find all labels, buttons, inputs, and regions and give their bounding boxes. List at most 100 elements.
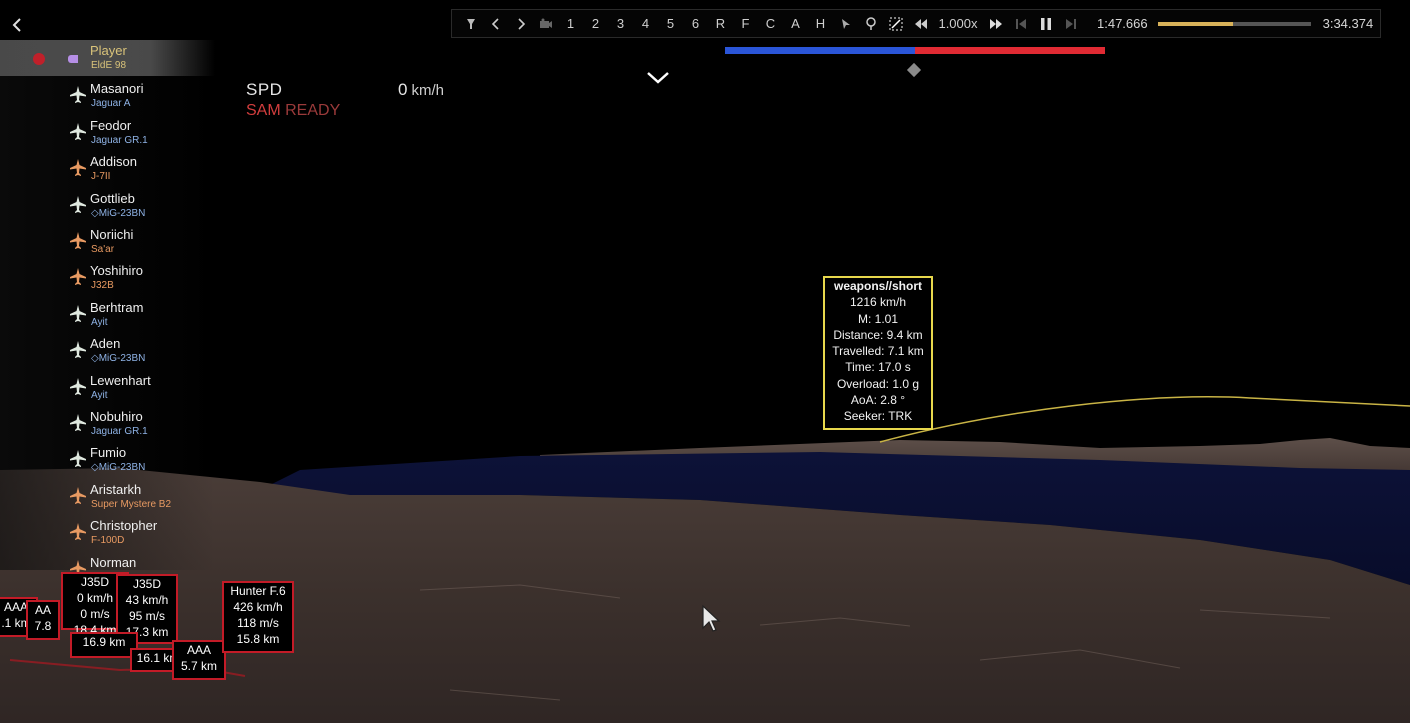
- team-red-bar: [915, 47, 1105, 54]
- player-row[interactable]: Berhtram Ayit: [0, 297, 215, 333]
- player-row[interactable]: Feodor Jaguar GR.1: [0, 115, 215, 151]
- target-tag-line: 95 m/s: [128, 609, 165, 623]
- skip-end-icon[interactable]: [1058, 10, 1083, 37]
- player-vehicle: Ayit: [91, 316, 108, 328]
- total-time: 3:34.374: [1322, 16, 1374, 31]
- prev-player-icon[interactable]: [483, 10, 508, 37]
- target-tag-line: 43 km/h: [125, 593, 169, 607]
- player-vehicle: ◇MiG-23BN: [91, 462, 146, 474]
- camera-3-button[interactable]: 3: [608, 10, 633, 37]
- player-name: Lewenhart: [90, 372, 151, 388]
- player-row[interactable]: Nobuhiro Jaguar GR.1: [0, 406, 215, 442]
- player-row[interactable]: Noriichi Sa'ar: [0, 224, 215, 260]
- missile-name: weapons//short: [833, 279, 922, 293]
- player-vehicle: EldE 98: [91, 60, 127, 71]
- expand-chevron-icon[interactable]: [646, 68, 670, 88]
- aircraft-icon: [70, 486, 86, 504]
- pause-icon[interactable]: [1033, 10, 1058, 37]
- player-row[interactable]: Fumio ◇MiG-23BN: [0, 442, 215, 478]
- missile-stat: AoA: 2.8 °: [850, 393, 906, 408]
- target-tag-line: AAA: [186, 643, 211, 657]
- current-time: 1:47.666: [1097, 16, 1148, 31]
- aircraft-icon: [70, 195, 86, 213]
- player-vehicle: J-7II: [91, 171, 111, 183]
- aircraft-icon: [70, 414, 86, 431]
- next-player-icon[interactable]: [508, 10, 533, 37]
- player-vehicle: Sa'ar: [91, 244, 115, 255]
- camera-c-button[interactable]: C: [758, 10, 783, 37]
- aircraft-icon: [70, 232, 86, 249]
- player-vehicle: Super Mystere B2: [91, 498, 172, 510]
- player-name: Addison: [90, 154, 137, 170]
- camera-1-button[interactable]: 1: [558, 10, 583, 37]
- target-tag[interactable]: AA 7.8: [26, 600, 60, 640]
- aircraft-icon: [70, 86, 86, 104]
- rewind-icon[interactable]: [908, 10, 933, 37]
- back-button[interactable]: [10, 14, 28, 36]
- camera-a-button[interactable]: A: [783, 10, 808, 37]
- target-tag[interactable]: 16.9 km: [70, 632, 138, 658]
- target-tag-line: J35D: [132, 577, 161, 591]
- camera-2-button[interactable]: 2: [583, 10, 608, 37]
- hud-sam-status: SAM READY: [246, 102, 340, 120]
- aircraft-icon: [70, 377, 86, 395]
- cinema-camera-icon[interactable]: [533, 10, 558, 37]
- target-tag-line: Hunter F.6: [230, 584, 286, 598]
- timeline-slider[interactable]: [1157, 21, 1311, 26]
- target-tag-line: AA: [34, 603, 51, 617]
- camera-5-button[interactable]: 5: [658, 10, 683, 37]
- trajectory-icon[interactable]: [883, 10, 908, 37]
- player-row[interactable]: Gottlieb ◇MiG-23BN: [0, 188, 215, 224]
- player-row[interactable]: Lewenhart Ayit: [0, 370, 215, 406]
- marker-icon[interactable]: [858, 10, 883, 37]
- hud-speed: 0 km/h: [398, 80, 444, 100]
- camera-h-button[interactable]: H: [808, 10, 833, 37]
- player-tank-icon: [33, 53, 78, 65]
- player-vehicle: Jaguar GR.1: [91, 134, 148, 146]
- player-vehicle: Ayit: [91, 389, 108, 401]
- player-row[interactable]: Aden ◇MiG-23BN: [0, 333, 215, 369]
- aircraft-icon: [70, 450, 86, 468]
- replay-toolbar: 1 2 3 4 5 6 R F C A H 1.000x 1:47.666 3:…: [451, 9, 1381, 38]
- missile-stat: Time: 17.0 s: [845, 360, 911, 375]
- player-vehicle: ◇MiG-23BN: [91, 353, 146, 365]
- player-name: Nobuhiro: [90, 409, 143, 424]
- camera-6-button[interactable]: 6: [683, 10, 708, 37]
- skip-start-icon[interactable]: [1008, 10, 1033, 37]
- player-row[interactable]: Aristarkh Super Mystere B2: [0, 479, 215, 515]
- camera-f-button[interactable]: F: [733, 10, 758, 37]
- team-blue-bar: [725, 47, 915, 54]
- playback-speed[interactable]: 1.000x: [933, 10, 983, 37]
- aircraft-icon: [70, 341, 86, 359]
- target-tag-line: 426 km/h: [233, 600, 283, 614]
- player-row[interactable]: Player EldE 98: [0, 40, 215, 76]
- back-chevron-icon: [12, 18, 21, 32]
- player-vehicle: Jaguar A: [91, 98, 131, 110]
- player-vehicle: Jaguar GR.1: [91, 426, 148, 437]
- player-name: Aristarkh: [90, 481, 142, 497]
- free-camera-icon[interactable]: [833, 10, 858, 37]
- target-tag-line: 118 m/s: [237, 616, 279, 630]
- missile-stat: Overload: 1.0 g: [836, 376, 920, 391]
- aircraft-icon: [70, 268, 86, 286]
- player-name: Aden: [90, 336, 121, 352]
- camera-pin-icon[interactable]: [458, 10, 483, 37]
- missile-info-box: weapons//short 1216 km/h M: 1.01 Distance: …: [823, 276, 933, 430]
- team-score-bar: [725, 47, 1105, 54]
- player-list: Player EldE 98 Masanori Jaguar A Feodor Jagua…: [0, 40, 215, 583]
- missile-stat: Distance: 9.4 km: [833, 327, 923, 342]
- hud-sam-word: SAM: [246, 102, 281, 119]
- fast-forward-icon[interactable]: [983, 10, 1008, 37]
- player-name: Gottlieb: [90, 190, 135, 206]
- player-name: Norman: [90, 554, 137, 570]
- target-tag[interactable]: Hunter F.6 426 km/h 118 m/s 15.8 km: [222, 581, 294, 653]
- camera-r-button[interactable]: R: [708, 10, 733, 37]
- target-tag[interactable]: AAA 5.7 km: [172, 640, 226, 680]
- player-row[interactable]: Christopher F-100D: [0, 515, 215, 551]
- player-vehicle: F-100D: [91, 535, 125, 547]
- player-row[interactable]: Masanori Jaguar A: [0, 78, 215, 114]
- player-name: Berhtram: [90, 299, 144, 315]
- player-row[interactable]: Yoshihiro J32B: [0, 260, 215, 296]
- player-row[interactable]: Addison J-7II: [0, 151, 215, 187]
- camera-4-button[interactable]: 4: [633, 10, 658, 37]
